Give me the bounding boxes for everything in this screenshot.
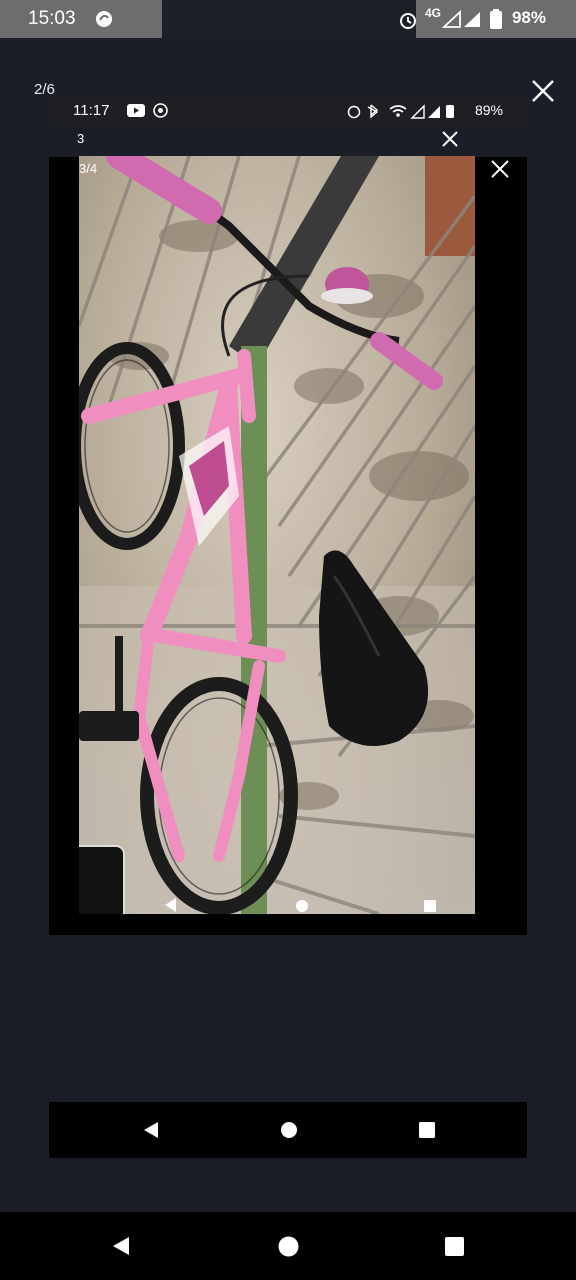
inner-recents-icon [424, 900, 436, 912]
inner-photo-counter: 3/4 [79, 161, 98, 176]
status-bar: 15:03 4G 98% [0, 0, 576, 38]
alarm-icon [400, 13, 416, 29]
inner-back-icon [165, 898, 176, 912]
data-saver-icon [96, 11, 112, 27]
embedded-back-icon [144, 1122, 158, 1138]
chrome-icon [153, 103, 168, 118]
inner-photo-close-icon [491, 160, 509, 178]
recents-icon[interactable] [444, 1236, 465, 1257]
status-notch [162, 0, 416, 38]
inner-toolbar: 3 [49, 127, 527, 157]
status-time: 15:03 [28, 8, 76, 29]
system-nav-bar [0, 1212, 576, 1280]
embedded-nav-bar [49, 1102, 527, 1158]
signal-icon [442, 10, 480, 28]
embedded-recents-icon [419, 1122, 435, 1138]
embedded-home-icon [281, 1122, 297, 1138]
inner-battery-percent: 89% [474, 102, 503, 118]
inner-close-icon [442, 131, 458, 147]
network-type: 4G [425, 6, 442, 20]
back-icon[interactable] [110, 1235, 132, 1257]
bicycle-photo [79, 156, 475, 914]
battery-percent: 98% [511, 8, 546, 27]
battery-icon [490, 9, 502, 29]
inner-status-bar: 11:17 89% [49, 95, 527, 127]
inner-status-time: 11:17 [73, 102, 110, 119]
close-icon[interactable] [530, 78, 556, 104]
inner-home-icon [296, 900, 308, 912]
inner-status-icons [347, 104, 454, 119]
inner-toolbar-counter: 3 [77, 131, 85, 146]
home-icon[interactable] [278, 1236, 299, 1257]
youtube-icon [127, 104, 145, 117]
inner-nav-bar [79, 893, 475, 917]
